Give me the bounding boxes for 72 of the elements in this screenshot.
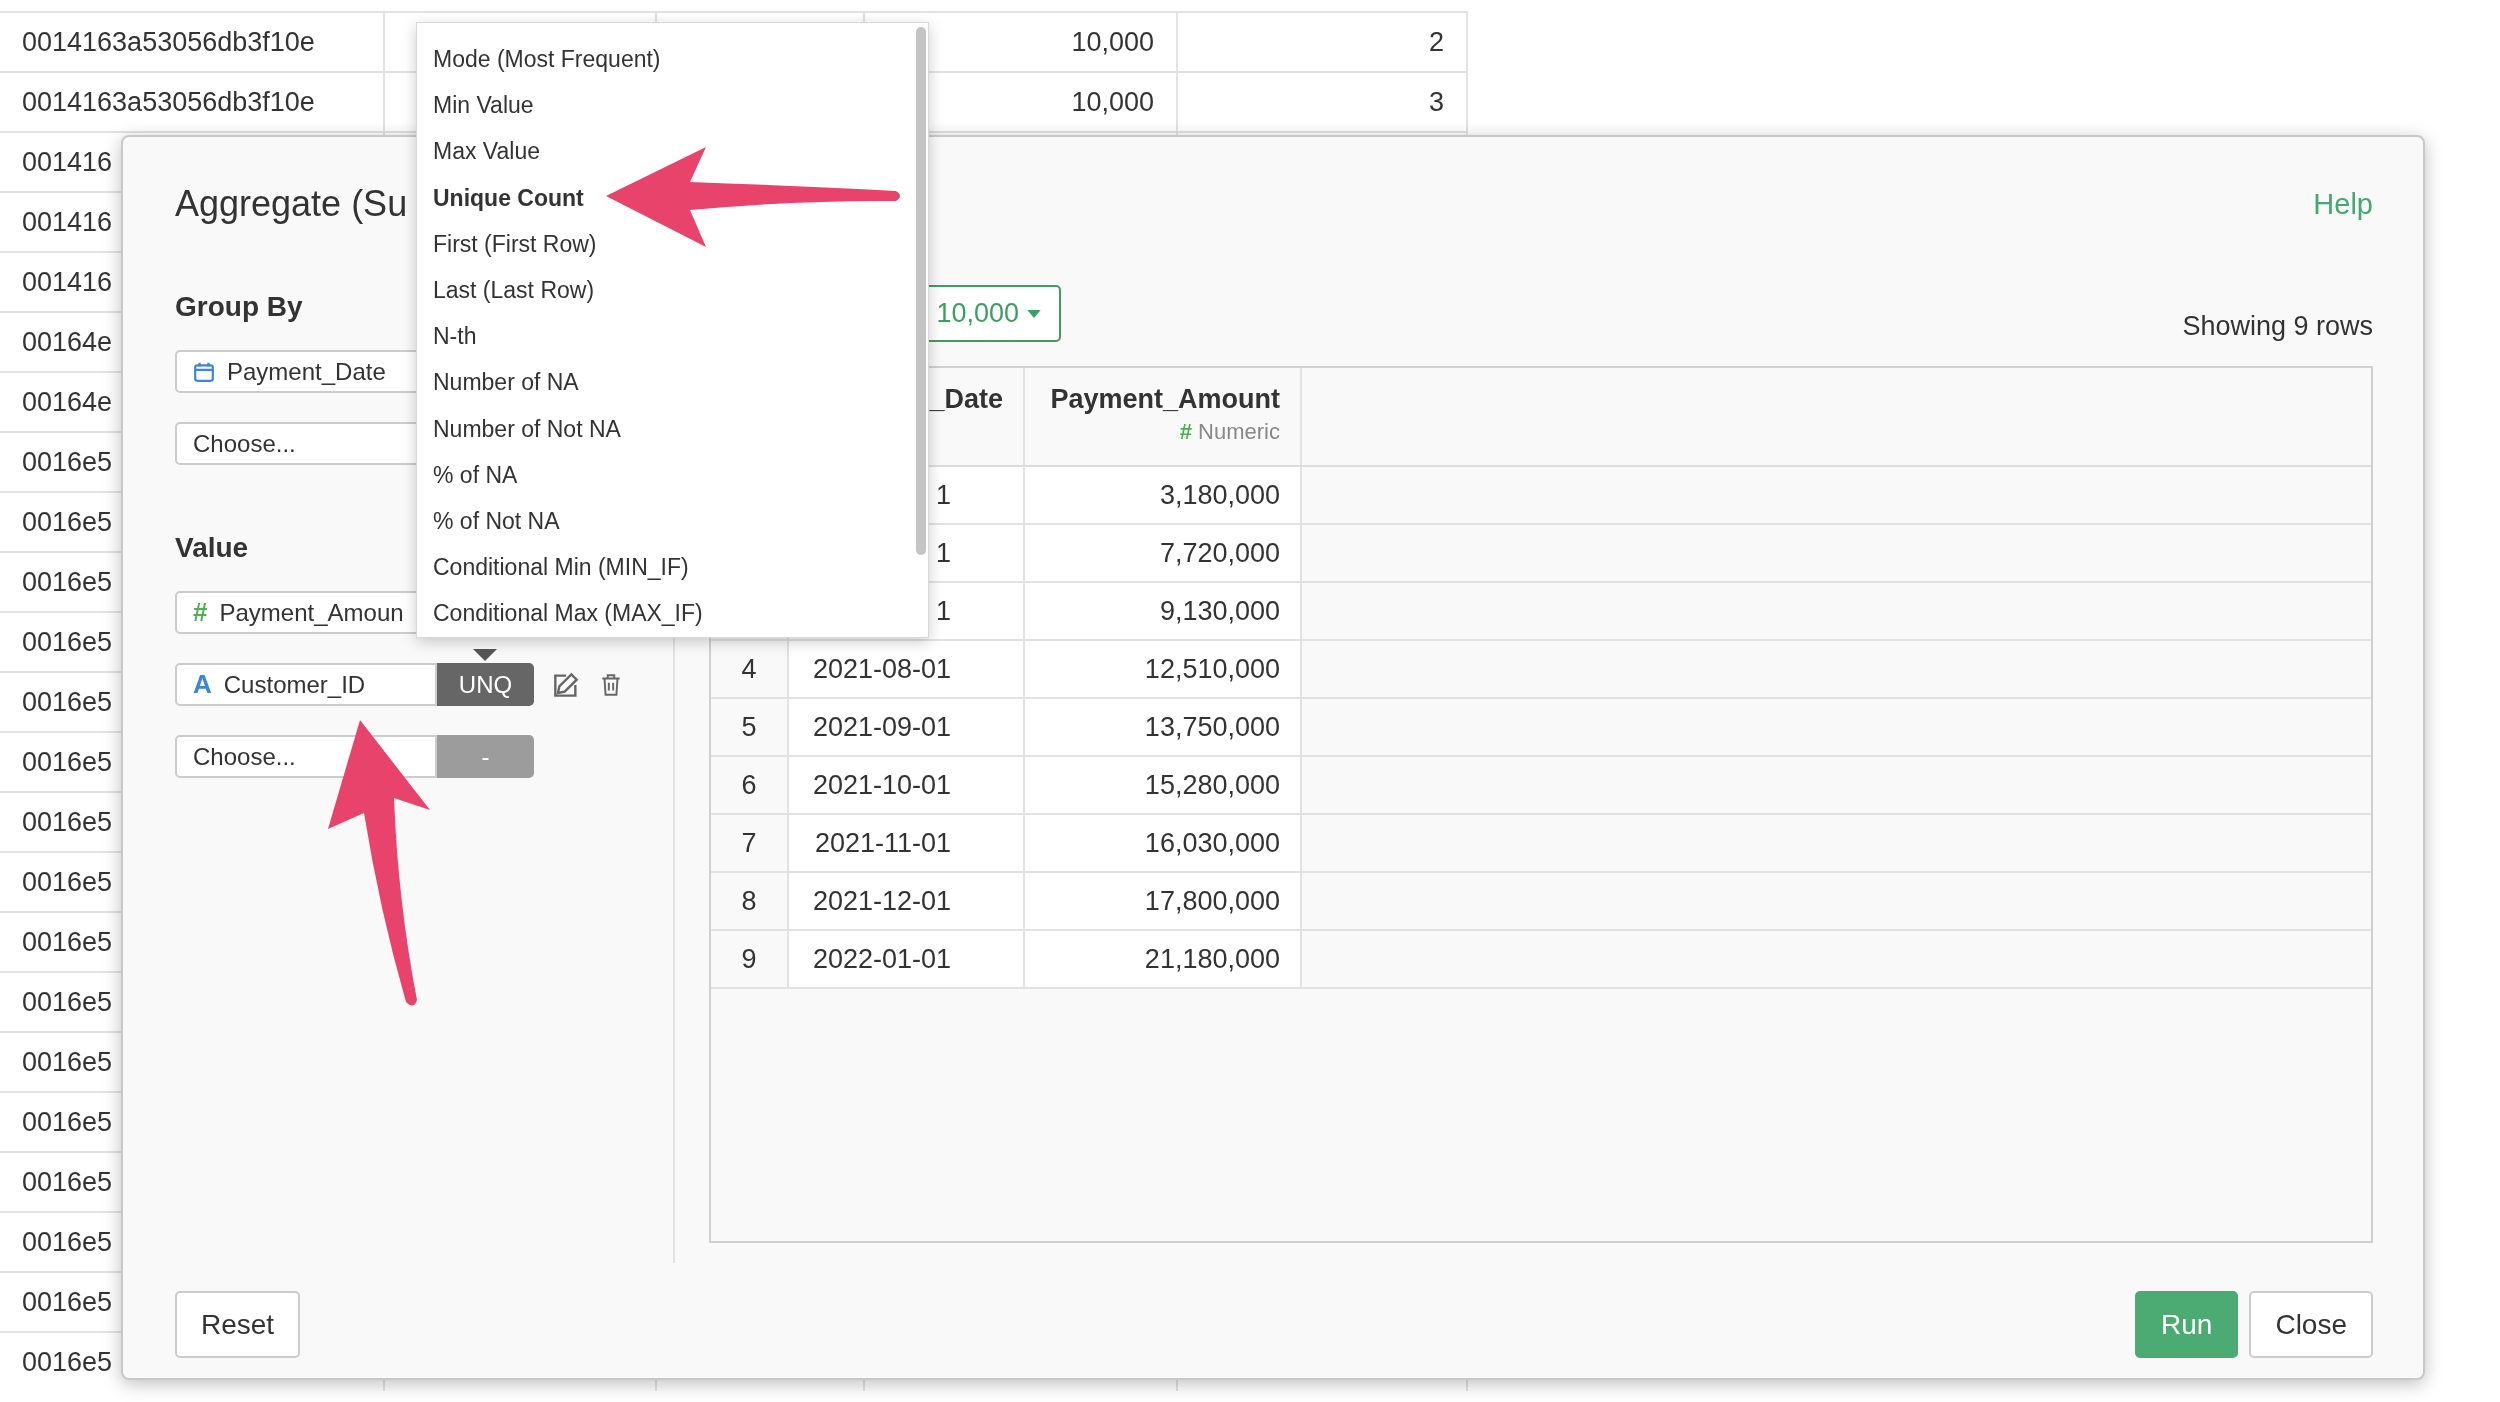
table-cell: 12,510,000 <box>1144 653 1280 685</box>
table-cell: 0016e5 <box>22 1166 113 1198</box>
table-cell: 16,030,000 <box>1144 827 1280 859</box>
row-number: 9 <box>741 943 757 975</box>
column-header: Payment_Amount <box>1050 384 1280 415</box>
section-label: Value <box>175 533 249 563</box>
calendar-icon <box>193 360 215 383</box>
table-cell: 2021-11-01 <box>814 827 951 859</box>
dialog-title: Aggregate (Su <box>175 183 408 225</box>
table-cell: 0016e5 <box>22 1286 113 1318</box>
table-cell: 13,750,000 <box>1144 711 1280 743</box>
table-cell: 0016e5 <box>22 686 113 718</box>
table-cell: 3,180,000 <box>1159 479 1280 511</box>
aggregate-function-button[interactable]: UNQ <box>437 663 534 706</box>
table-cell: 00164e <box>22 326 113 358</box>
table-cell: 9,130,000 <box>1159 595 1280 627</box>
table-cell: 2021-12-01 <box>812 885 951 917</box>
table-cell: 2021-10-01 <box>812 769 951 801</box>
menu-item[interactable]: Max Value <box>417 128 540 175</box>
table-cell: 001416 <box>22 206 113 238</box>
table-cell: 0016e5 <box>22 806 113 838</box>
table-cell: 001416 <box>22 266 113 298</box>
table-cell: 10,000 <box>1071 86 1154 118</box>
menu-item[interactable]: % of Not NA <box>417 497 560 545</box>
table-cell: 0016e5 <box>22 626 113 658</box>
reset-button[interactable]: Reset <box>175 1291 301 1358</box>
table-cell: 001416 <box>22 146 113 178</box>
table-cell: 0016e5 <box>22 986 113 1018</box>
row-number: 8 <box>741 885 757 917</box>
table-cell: 3 <box>1428 86 1444 118</box>
table-cell: 0016e5 <box>22 746 113 778</box>
row-number: 7 <box>741 827 757 859</box>
section-label: Group By <box>175 292 303 322</box>
row-number: 6 <box>741 769 757 801</box>
table-cell: 2 <box>1428 26 1444 58</box>
table-cell: 0016e5 <box>22 866 113 898</box>
table-cell: 2021-09-01 <box>812 711 951 743</box>
table-cell: 0014163a53056db3f10e <box>22 26 315 58</box>
table-cell: 0016e5 <box>22 506 113 538</box>
table-cell: 0016e5 <box>22 1106 113 1138</box>
table-cell: 1 <box>935 479 951 511</box>
table-cell: 2021-08-01 <box>812 653 951 685</box>
table-cell: 0016e5 <box>22 566 113 598</box>
close-button[interactable]: Close <box>2249 1291 2373 1358</box>
row-number: 4 <box>741 653 757 685</box>
table-cell: 15,280,000 <box>1144 769 1280 801</box>
menu-item[interactable]: Min Value <box>417 82 534 129</box>
column-field[interactable]: A Customer_ID <box>175 663 437 706</box>
row-count: Showing 9 rows <box>2182 311 2373 342</box>
column-type: # Numeric <box>1179 419 1280 445</box>
table-cell: 0016e5 <box>22 446 113 478</box>
table-cell: 0016e5 <box>22 1226 113 1258</box>
table-cell: 0016e5 <box>22 926 113 958</box>
table-cell: 21,180,000 <box>1144 943 1280 975</box>
menu-item[interactable]: Mode (Most Frequent) <box>417 36 661 83</box>
table-cell: 00164e <box>22 386 113 418</box>
table-cell: 17,800,000 <box>1144 885 1280 917</box>
table-cell: 1 <box>935 537 951 569</box>
table-cell: 7,720,000 <box>1159 537 1280 569</box>
caret-icon <box>1027 309 1041 318</box>
table-cell: 0016e5 <box>22 1046 113 1078</box>
menu-item[interactable]: Last (Last Row) <box>417 266 595 314</box>
table-cell: 0016e5 <box>22 1346 113 1378</box>
table-cell: 1 <box>935 595 951 627</box>
menu-item[interactable]: Conditional Min (MIN_IF) <box>417 544 689 591</box>
row-number: 5 <box>741 711 757 743</box>
table-cell: 10,000 <box>1071 26 1154 58</box>
table-cell: 2022-01-01 <box>812 943 951 975</box>
menu-item[interactable]: First (First Row) <box>417 220 597 267</box>
column-header: _Date <box>929 384 1003 415</box>
table-cell: 0014163a53056db3f10e <box>22 86 315 118</box>
menu-item[interactable]: Unique Count <box>417 174 584 221</box>
